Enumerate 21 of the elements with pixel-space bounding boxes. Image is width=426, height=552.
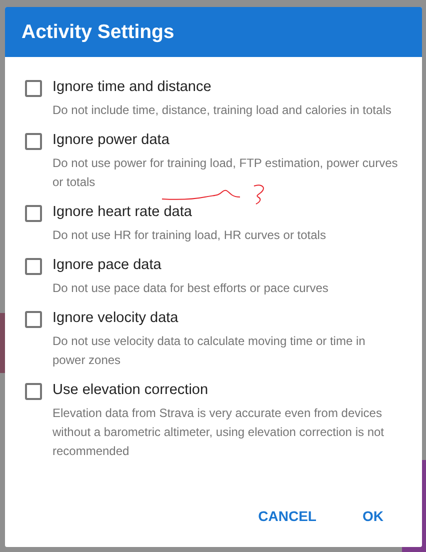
option-label: Ignore heart rate data [52,204,193,220]
option-description: Do not use velocity data to calculate moving time or time in power zones [52,333,366,369]
option-description: Do not use HR for training load, HR curves or totals [52,227,327,244]
ok-button[interactable]: OK [354,504,392,528]
checkbox[interactable] [24,311,42,328]
option-description: Do not include time, distance, training load and calories in totals [52,102,392,119]
option-label: Use elevation correction [52,382,210,398]
option-label: Ignore pace data [52,257,162,273]
checkbox[interactable] [24,80,42,97]
option-description: Do not use pace data for best efforts or pace curves [52,280,330,297]
dialog-title: Activity Settings [22,20,174,44]
option-description: Do not use power for training load, FTP estimation, power curves or totals [52,155,399,191]
cancel-button[interactable]: CANCEL [250,504,324,528]
option-label: Ignore power data [52,132,170,148]
option-label: Ignore velocity data [52,310,180,326]
option-description: Elevation data from Strava is very accurate even from devices without a barometric altimeter, using elevation correction is not recommended [52,405,385,460]
checkbox[interactable] [24,133,42,150]
checkbox[interactable] [24,205,42,222]
checkbox[interactable] [24,383,42,400]
option-label: Ignore time and distance [52,79,212,95]
checkbox[interactable] [24,258,42,275]
